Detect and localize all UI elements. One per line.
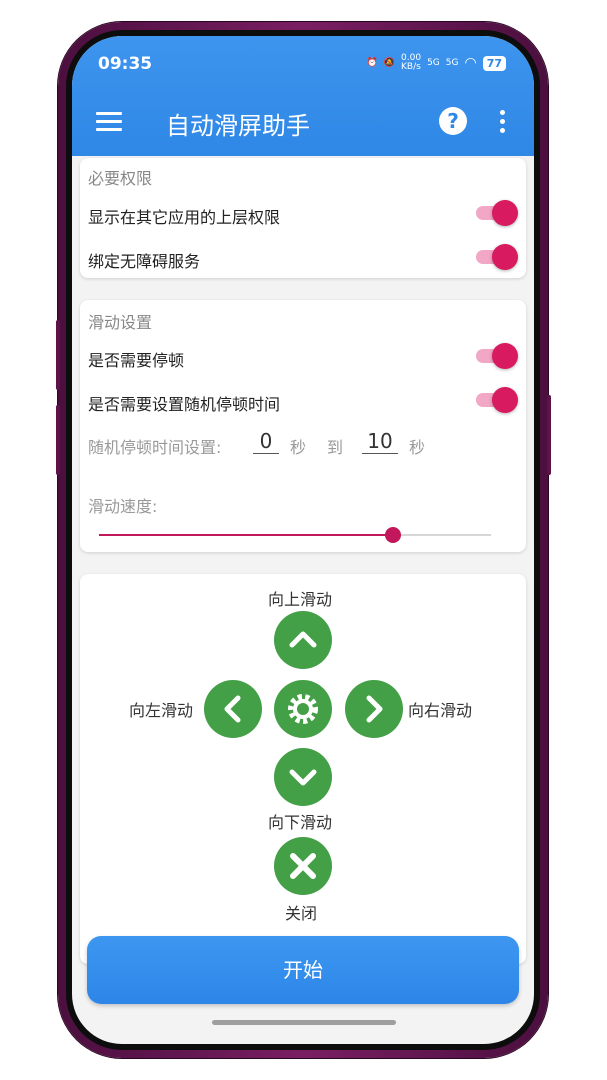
mute-icon: 🔕	[383, 58, 396, 68]
swipe-up-label: 向上滑动	[268, 590, 333, 609]
permissions-title: 必要权限	[88, 169, 153, 188]
random-pause-toggle[interactable]	[476, 387, 518, 413]
volume-button	[56, 405, 60, 475]
random-max-input[interactable]: 10	[362, 429, 398, 454]
home-indicator[interactable]	[212, 1020, 396, 1025]
close-button[interactable]	[274, 837, 332, 895]
volume-button	[56, 320, 60, 390]
chevron-down-icon	[289, 769, 317, 786]
status-time: 09:35	[98, 54, 153, 74]
help-icon[interactable]: ?	[439, 107, 467, 135]
to-label: 到	[327, 438, 344, 457]
close-icon	[290, 853, 316, 879]
speed-label: 滑动速度:	[88, 497, 158, 516]
app-bar: 09:35 ⏰ 🔕 0.00 KB/s 5G 5G ◠ 77 自动滑屏助手 ?	[72, 36, 534, 156]
wifi-icon: ◠	[464, 55, 477, 71]
alarm-icon: ⏰	[366, 58, 378, 68]
swipe-right-button[interactable]	[345, 680, 403, 738]
swipe-down-label: 向下滑动	[268, 813, 333, 832]
more-options-icon[interactable]	[500, 110, 506, 137]
swipe-up-button[interactable]	[274, 611, 332, 669]
chevron-right-icon	[366, 695, 383, 723]
signal-5g-1: 5G	[427, 58, 440, 68]
gear-icon	[288, 694, 318, 724]
start-button[interactable]: 开始	[87, 936, 519, 1004]
speed-slider[interactable]	[99, 527, 491, 543]
overlay-permission-toggle[interactable]	[476, 200, 518, 226]
accessibility-service-toggle[interactable]	[476, 244, 518, 270]
permissions-card: 必要权限 显示在其它应用的上层权限 绑定无障碍服务	[80, 158, 526, 278]
chevron-left-icon	[224, 695, 241, 723]
menu-icon[interactable]	[96, 112, 122, 132]
network-speed: 0.00 KB/s	[401, 53, 422, 72]
unit-seconds-2: 秒	[409, 438, 426, 457]
overlay-permission-label: 显示在其它应用的上层权限	[88, 208, 281, 227]
swipe-settings-card: 滑动设置 是否需要停顿 是否需要设置随机停顿时间 随机停顿时间设置: 0 秒 到…	[80, 300, 526, 552]
signal-5g-2: 5G	[445, 58, 459, 68]
swipe-settings-title: 滑动设置	[88, 313, 153, 332]
pause-toggle[interactable]	[476, 343, 518, 369]
speed-slider-fill	[99, 534, 393, 536]
speed-slider-thumb[interactable]	[385, 527, 401, 543]
random-min-input[interactable]: 0	[253, 429, 279, 454]
status-icons: ⏰ 🔕 0.00 KB/s 5G 5G ◠ 77	[367, 54, 506, 72]
swipe-left-label: 向左滑动	[129, 701, 194, 720]
swipe-down-button[interactable]	[274, 748, 332, 806]
screen: 09:35 ⏰ 🔕 0.00 KB/s 5G 5G ◠ 77 自动滑屏助手 ? …	[72, 36, 534, 1044]
close-label: 关闭	[285, 904, 318, 923]
swipe-left-button[interactable]	[204, 680, 262, 738]
swipe-right-label: 向右滑动	[408, 701, 473, 720]
random-pause-label: 是否需要设置随机停顿时间	[88, 395, 281, 414]
unit-seconds-1: 秒	[290, 438, 307, 457]
settings-button[interactable]	[274, 680, 332, 738]
battery-indicator: 77	[482, 55, 506, 71]
accessibility-service-label: 绑定无障碍服务	[88, 252, 201, 271]
power-button	[547, 395, 551, 475]
chevron-up-icon	[289, 631, 317, 648]
pause-label: 是否需要停顿	[88, 351, 185, 370]
app-title: 自动滑屏助手	[166, 112, 310, 140]
random-time-label: 随机停顿时间设置:	[88, 438, 222, 457]
